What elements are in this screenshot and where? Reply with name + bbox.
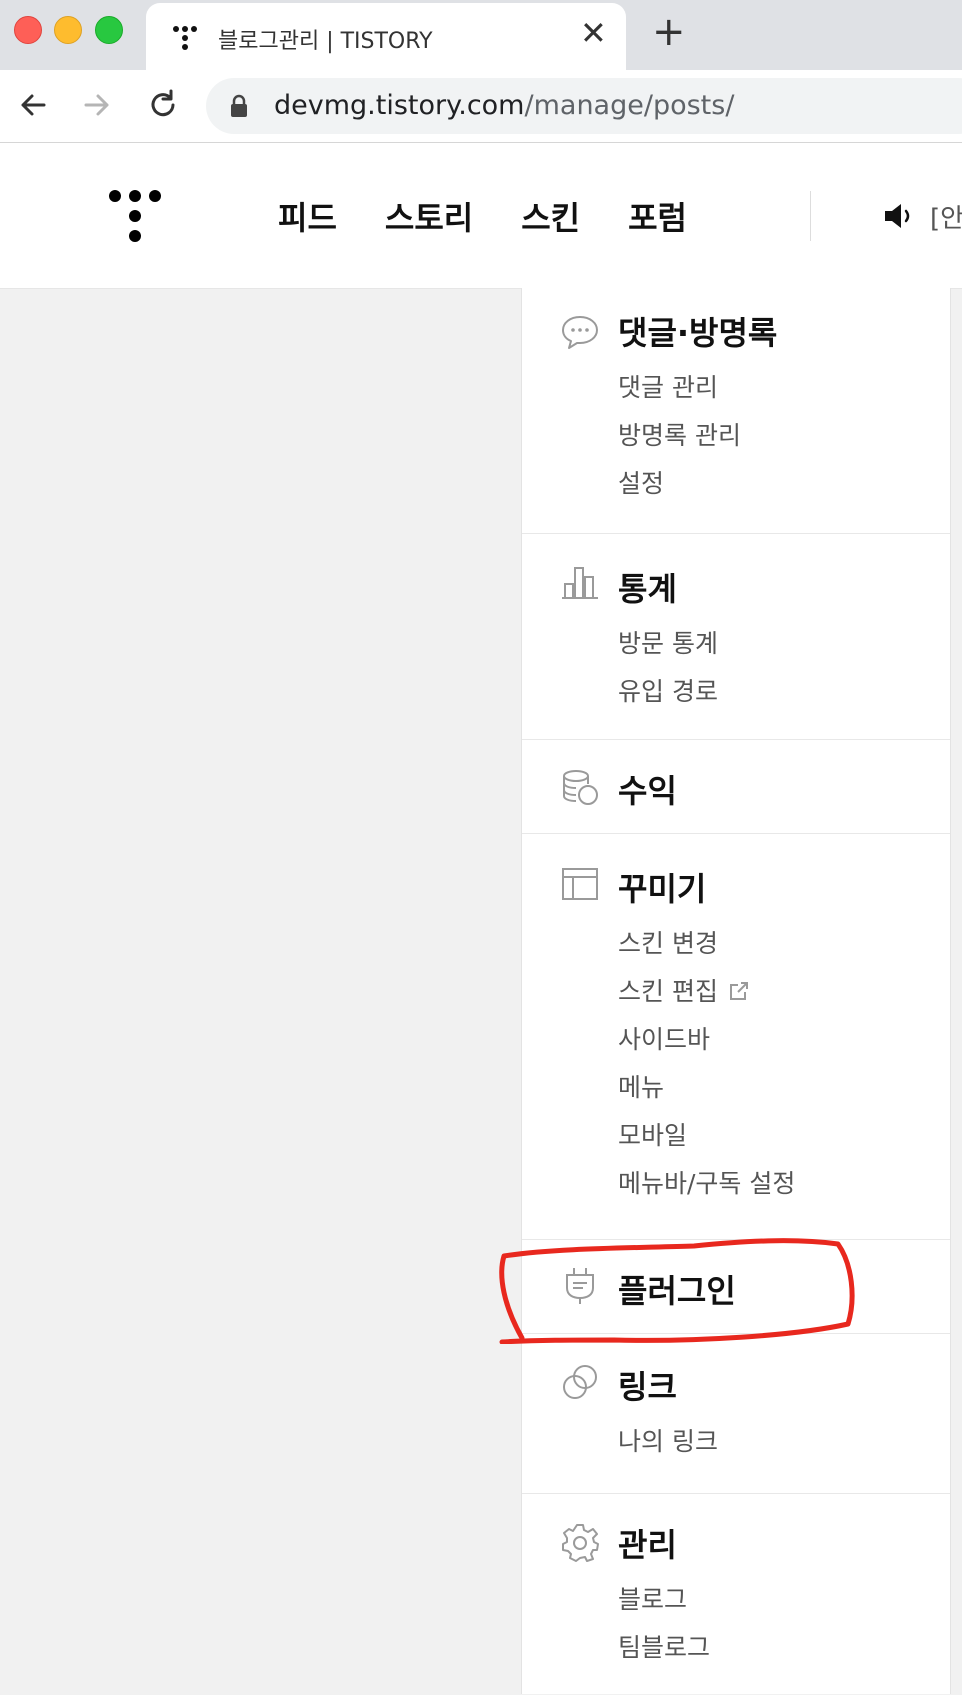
global-nav: 피드 스토리 스킨 포럼: [278, 193, 687, 239]
menu-my-link[interactable]: 나의 링크: [618, 1422, 718, 1458]
external-link-icon: [729, 982, 748, 1000]
coins-icon: [563, 770, 598, 805]
link-icon: [563, 1365, 597, 1399]
section-title[interactable]: 꾸미기: [618, 864, 706, 910]
section-link: 링크 나의 링크: [522, 1333, 950, 1494]
address-bar[interactable]: devmg.tistory.com/manage/posts/: [206, 78, 962, 134]
gear-icon: [562, 1524, 599, 1562]
forward-arrow-icon[interactable]: [80, 88, 114, 122]
section-title[interactable]: 관리: [618, 1520, 677, 1566]
menu-comment-manage[interactable]: 댓글 관리: [618, 368, 718, 404]
site-header: 피드 스토리 스킨 포럼 [안: [0, 143, 962, 289]
menu-mobile[interactable]: 모바일: [618, 1116, 687, 1152]
menu-skin-edit[interactable]: 스킨 편집: [618, 972, 750, 1008]
section-comments: 댓글·방명록 댓글 관리 방명록 관리 설정: [522, 288, 950, 533]
menu-visit-stats[interactable]: 방문 통계: [618, 624, 718, 660]
section-revenue: 수익: [522, 739, 950, 834]
section-title[interactable]: 댓글·방명록: [618, 308, 777, 354]
tistory-favicon-icon: [173, 26, 197, 50]
close-window-button[interactable]: [14, 16, 42, 44]
maximize-window-button[interactable]: [95, 16, 123, 44]
section-title[interactable]: 수익: [618, 766, 677, 812]
menu-sidebar[interactable]: 사이드바: [618, 1020, 710, 1056]
notice-link[interactable]: [안: [930, 198, 962, 235]
section-manage: 관리 블로그 팀블로그: [522, 1493, 950, 1695]
menu-menu[interactable]: 메뉴: [618, 1068, 664, 1104]
reload-icon[interactable]: [146, 88, 180, 122]
layout-icon: [562, 868, 598, 900]
tab-strip: 블로그관리 | TISTORY ✕ +: [0, 0, 962, 70]
minimize-window-button[interactable]: [54, 16, 82, 44]
menu-blog[interactable]: 블로그: [618, 1580, 687, 1616]
nav-feed[interactable]: 피드: [278, 193, 337, 239]
close-tab-icon[interactable]: ✕: [580, 17, 607, 49]
nav-story[interactable]: 스토리: [385, 193, 473, 239]
highlight-annotation: [499, 1238, 855, 1344]
nav-skin[interactable]: 스킨: [521, 193, 580, 239]
manage-sidebar: 댓글·방명록 댓글 관리 방명록 관리 설정 통계 방문 통계 유입 경로 수익: [521, 288, 951, 1694]
browser-toolbar: devmg.tistory.com/manage/posts/: [0, 70, 962, 143]
tistory-logo-icon[interactable]: [108, 189, 162, 243]
url-text: devmg.tistory.com/manage/posts/: [274, 90, 735, 121]
browser-tab[interactable]: 블로그관리 | TISTORY ✕: [146, 3, 626, 70]
back-arrow-icon[interactable]: [16, 88, 50, 122]
header-divider: [810, 191, 811, 241]
menu-skin-change[interactable]: 스킨 변경: [618, 924, 718, 960]
lock-icon: [231, 94, 247, 117]
speaker-icon: [885, 204, 910, 228]
new-tab-button[interactable]: +: [652, 12, 686, 52]
menu-inflow-path[interactable]: 유입 경로: [618, 672, 718, 708]
menu-guestbook-manage[interactable]: 방명록 관리: [618, 416, 741, 452]
menu-comment-settings[interactable]: 설정: [618, 464, 664, 500]
tab-title: 블로그관리 | TISTORY: [218, 29, 433, 54]
menu-menubar-subscribe[interactable]: 메뉴바/구독 설정: [618, 1164, 795, 1200]
section-title[interactable]: 링크: [618, 1362, 677, 1408]
section-decorate: 꾸미기 스킨 변경 스킨 편집 사이드바 메뉴 모바일 메뉴바/구독 설정: [522, 833, 950, 1240]
menu-team-blog[interactable]: 팀블로그: [618, 1628, 710, 1664]
bar-chart-icon: [562, 567, 598, 599]
speech-bubble-icon: [562, 316, 598, 349]
section-stats: 통계 방문 통계 유입 경로: [522, 533, 950, 740]
section-title[interactable]: 통계: [618, 564, 677, 610]
nav-forum[interactable]: 포럼: [628, 193, 687, 239]
